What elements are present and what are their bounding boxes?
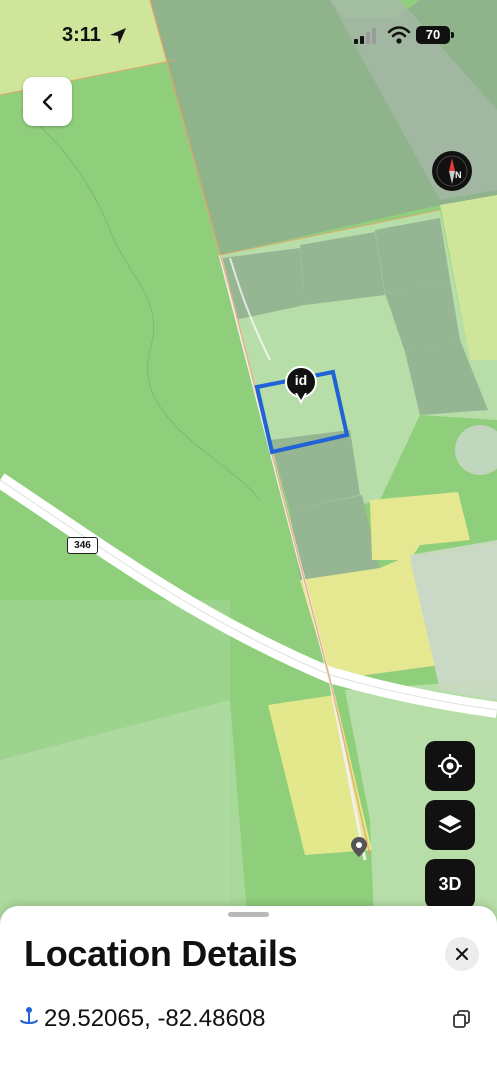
svg-text:N: N: [455, 170, 462, 180]
layers-icon: [438, 815, 462, 834]
sheet-title: Location Details: [24, 933, 298, 974]
location-pin-icon: [20, 1007, 38, 1024]
back-button[interactable]: [23, 77, 72, 126]
sheet-handle[interactable]: [228, 912, 269, 917]
compass-icon[interactable]: N: [431, 150, 473, 192]
status-time: 3:11: [62, 24, 101, 46]
location-arrow-icon: [110, 28, 126, 44]
copy-icon[interactable]: [452, 1009, 472, 1029]
layers-button[interactable]: [425, 800, 475, 850]
battery-icon: 70: [416, 26, 450, 44]
status-bar: 3:11 70: [0, 0, 497, 72]
selected-parcel-pin[interactable]: id: [285, 366, 317, 408]
wifi-icon: [387, 26, 411, 44]
coordinates-text: 29.52065, -82.48608: [44, 1005, 266, 1032]
locate-button[interactable]: [425, 741, 475, 791]
signal-icon: [354, 28, 376, 44]
map-marker-icon[interactable]: [350, 836, 368, 858]
close-icon: [456, 948, 468, 960]
3d-button[interactable]: 3D: [425, 859, 475, 909]
battery-tip: [451, 32, 454, 38]
back-arrow-icon: [42, 93, 52, 110]
road-label-346: 346: [67, 537, 98, 554]
pin-label: id: [294, 372, 308, 388]
locate-icon: [438, 754, 462, 778]
close-button[interactable]: [445, 937, 479, 971]
location-details-sheet: Location Details 29.52065, -82.48608: [0, 906, 497, 1080]
